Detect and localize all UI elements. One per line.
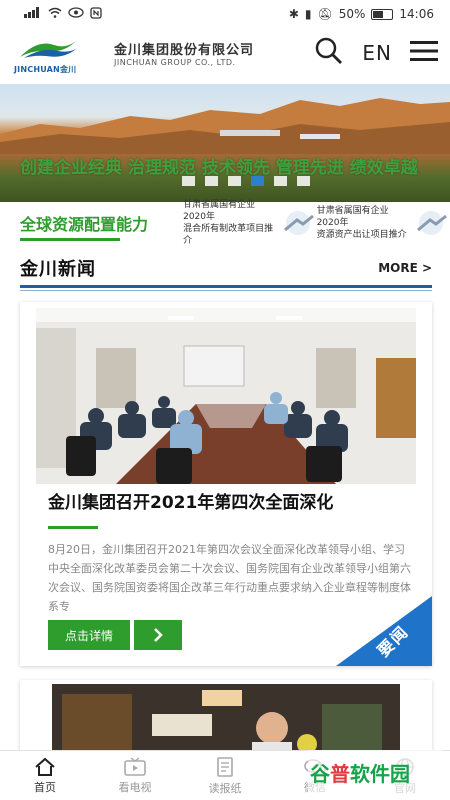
section-divider [20, 285, 432, 288]
news-title-underline [48, 526, 98, 529]
handshake-icon [412, 208, 450, 238]
carousel-dot[interactable] [182, 176, 195, 186]
mute-icon: 🔕︎ [317, 7, 333, 21]
status-left [24, 6, 102, 22]
watermark-text-1: 谷 [310, 761, 330, 786]
carousel-dot[interactable] [297, 176, 310, 186]
ticker-underline [20, 238, 120, 241]
next-button[interactable] [134, 620, 182, 650]
chevron-right-icon [154, 628, 163, 642]
news-title[interactable]: 金川集团召开2021年第四次全面深化 [48, 488, 418, 513]
battery-percent: 50% [338, 7, 366, 21]
menu-icon[interactable] [410, 40, 438, 66]
news-card[interactable]: 金川集团召开2021年第四次全面深化 8月20日，金川集团召开2021年第四次会… [20, 302, 432, 666]
ticker-item-line2: 混合所有制改革项目推介 [183, 224, 274, 246]
signal-icon [24, 7, 42, 21]
ticker-item[interactable]: 甘肃省属国有企业2020年 混合所有制改革项目推介 [183, 199, 316, 247]
company-name-cn: 金川集团股份有限公司 [114, 43, 255, 58]
news-card[interactable] [20, 680, 432, 760]
app-header: JINCHUAN金川 金川集团股份有限公司 JINCHUAN GROUP CO.… [0, 28, 450, 78]
detail-button[interactable]: 点击详情 [48, 620, 130, 650]
ticker-title: 全球资源配置能力 [20, 215, 149, 234]
site-watermark: 谷普软件园 [308, 750, 442, 794]
status-bar: ✱ ▮ 🔕︎ 50% 14:06 [0, 0, 450, 28]
logo-text: JINCHUAN金川 [14, 65, 77, 74]
section-title: 金川新闻 [20, 259, 96, 280]
nav-label: 首页 [34, 780, 56, 794]
nfc-icon [90, 6, 102, 22]
headline-ribbon: 要闻 [336, 596, 432, 666]
hero-banner[interactable]: 创建企业经典 治理规范 技术领先 管理先进 绩效卓越 [0, 84, 450, 202]
battery-icon [371, 8, 394, 20]
ticker-item-line1: 甘肃省属国有企业2020年 [183, 200, 256, 222]
company-logo[interactable]: JINCHUAN金川 [12, 31, 84, 75]
nav-label: 读报纸 [208, 781, 242, 795]
mountain-landscape-image [0, 98, 450, 154]
nav-home[interactable]: 首页 [0, 751, 90, 800]
nav-tv[interactable]: 看电视 [90, 751, 180, 800]
header-actions: EN [314, 36, 438, 70]
status-right: ✱ ▮ 🔕︎ 50% 14:06 [289, 7, 434, 21]
carousel-dot[interactable] [228, 176, 241, 186]
news-section-header: 金川新闻 MORE > [20, 250, 432, 286]
ticker-item[interactable]: 甘肃省属国有企业2020年 资源资产出让项目推介 [317, 205, 450, 241]
watermark-logo: 谷普软件园 [310, 758, 410, 787]
clock: 14:06 [399, 7, 434, 21]
section-divider-thin [20, 290, 432, 291]
watermark-text-3: 软件园 [350, 761, 410, 786]
brand-name: 金川集团股份有限公司 JINCHUAN GROUP CO., LTD. [114, 39, 254, 67]
carousel-dot-active[interactable] [251, 176, 264, 186]
home-icon [35, 757, 55, 776]
tv-icon [124, 756, 146, 776]
carousel-dot[interactable] [274, 176, 287, 186]
ticker-item-text: 甘肃省属国有企业2020年 资源资产出让项目推介 [317, 205, 408, 241]
company-name-en: JINCHUAN GROUP CO., LTD. [114, 58, 236, 67]
carousel-dots [182, 176, 310, 186]
ticker-item-text: 甘肃省属国有企业2020年 混合所有制改革项目推介 [183, 199, 274, 247]
vibrate-icon: ▮ [304, 7, 312, 21]
more-link[interactable]: MORE > [378, 261, 432, 275]
news-photo [52, 684, 400, 760]
bluetooth-icon: ✱ [288, 7, 299, 21]
nav-newspaper[interactable]: 读报纸 [180, 751, 270, 800]
ticker-item-line1: 甘肃省属国有企业2020年 [316, 206, 389, 228]
mountain-logo-icon [20, 41, 76, 58]
banner-slogan: 创建企业经典 治理规范 技术领先 管理先进 绩效卓越 [20, 158, 418, 178]
nav-label: 看电视 [118, 780, 152, 794]
watermark-text-2: 普 [330, 761, 350, 786]
meeting-photo [36, 308, 416, 484]
language-toggle[interactable]: EN [362, 41, 392, 65]
eye-icon [68, 7, 84, 21]
ticker-item-line2: 资源资产出让项目推介 [316, 230, 407, 240]
wifi-icon [48, 7, 62, 21]
carousel-dot[interactable] [205, 176, 218, 186]
project-ticker: 全球资源配置能力 甘肃省属国有企业2020年 混合所有制改革项目推介 甘肃省属国… [0, 199, 450, 247]
newspaper-icon [217, 756, 233, 777]
search-icon[interactable] [314, 36, 344, 70]
handshake-icon [279, 208, 317, 238]
